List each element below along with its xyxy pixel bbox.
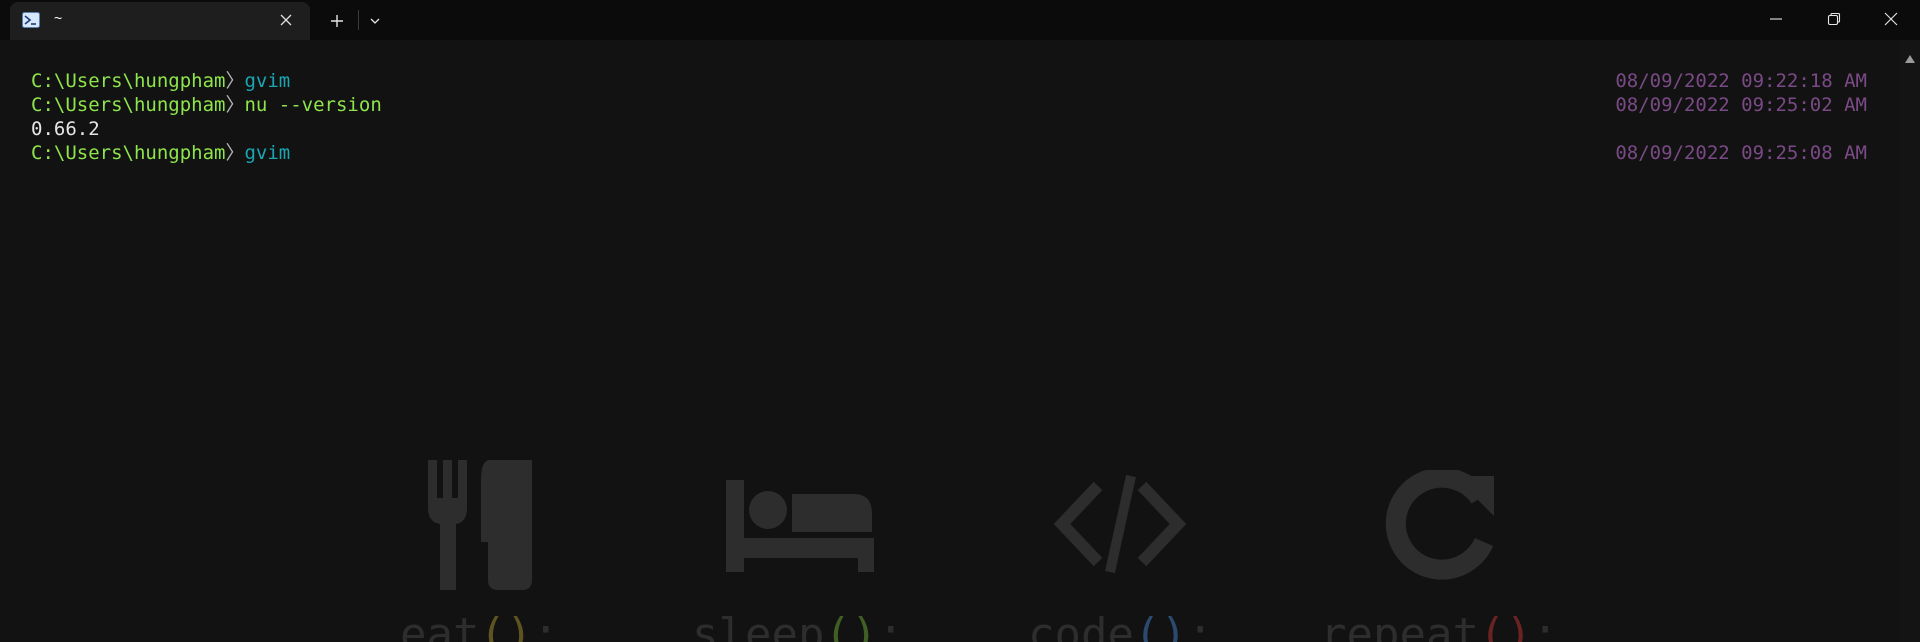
art-label-code: code(); — [1028, 609, 1214, 642]
minimize-button[interactable] — [1747, 0, 1805, 38]
prompt-path: C:\Users\hungpham — [31, 142, 226, 164]
terminal-line: C:\Users\hungpham〉gvim — [31, 141, 290, 165]
chevron-down-icon — [370, 18, 380, 24]
arrow-up-icon[interactable] — [1905, 48, 1915, 63]
close-window-button[interactable] — [1862, 0, 1920, 38]
tab-separator — [358, 10, 359, 30]
tab-title: ~ — [54, 10, 63, 26]
command-text: gvim — [244, 70, 291, 92]
timestamp: 08/09/2022 09:25:02 AM — [1615, 94, 1867, 116]
art-label-repeat: repeat(); — [1320, 609, 1559, 642]
dropdown-button[interactable] — [364, 10, 386, 32]
timestamp: 08/09/2022 09:22:18 AM — [1615, 70, 1867, 92]
plus-icon — [331, 15, 343, 27]
prompt-separator: 〉 — [225, 142, 245, 164]
code-icon — [1054, 474, 1186, 574]
prompt-separator: 〉 — [225, 70, 245, 92]
art-label-eat: eat(); — [400, 609, 559, 642]
art-label-sleep: sleep(); — [692, 609, 904, 642]
close-icon — [1884, 12, 1898, 26]
bed-icon — [726, 480, 874, 572]
prompt-separator: 〉 — [225, 94, 245, 116]
terminal-window: ~ eat(); sleep(); code(); repeat(); C:\U… — [0, 0, 1920, 642]
fork-knife-icon — [428, 460, 532, 590]
minimize-icon — [1770, 18, 1782, 20]
close-icon[interactable] — [278, 12, 294, 28]
scrollbar[interactable] — [1900, 40, 1920, 642]
redo-icon — [1384, 470, 1496, 582]
maximize-button[interactable] — [1805, 0, 1863, 38]
restore-icon — [1827, 12, 1841, 26]
terminal-line: C:\Users\hungpham〉gvim — [31, 69, 290, 93]
title-bar: ~ — [0, 0, 1920, 40]
command-output: 0.66.2 — [31, 118, 100, 140]
timestamp: 08/09/2022 09:25:08 AM — [1615, 142, 1867, 164]
prompt-path: C:\Users\hungpham — [31, 70, 226, 92]
terminal-content[interactable]: eat(); sleep(); code(); repeat(); C:\Use… — [0, 40, 1900, 642]
terminal-line: C:\Users\hungpham〉nu --version — [31, 93, 382, 117]
tab-home[interactable]: ~ — [10, 2, 310, 40]
new-tab-button[interactable] — [326, 10, 348, 32]
command-text: nu --version — [244, 94, 382, 116]
prompt-path: C:\Users\hungpham — [31, 94, 226, 116]
powershell-icon — [22, 12, 40, 28]
command-text: gvim — [244, 142, 291, 164]
